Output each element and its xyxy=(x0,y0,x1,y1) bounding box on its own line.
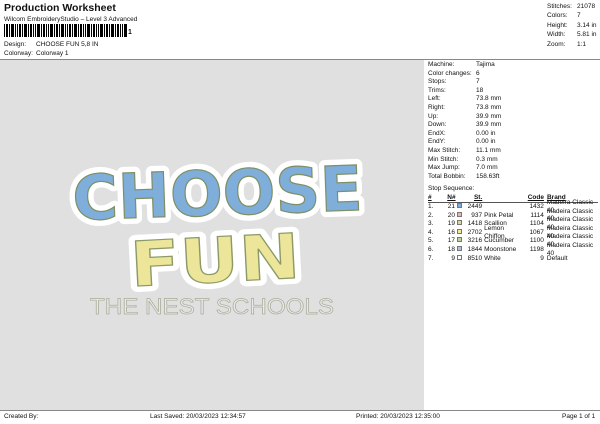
stat-row: Zoom: 1:1 xyxy=(547,40,587,48)
barcode-mark: 1 xyxy=(128,29,132,36)
tagline-lettering: THE NEST SCHOOLS xyxy=(90,294,334,319)
fun-lettering-fill: FUN xyxy=(128,220,302,302)
color-swatch xyxy=(457,211,463,217)
design-row: Design: CHOOSE FUN 5,8 IN xyxy=(4,41,98,49)
embroidery-artwork: CHOOSE CHOOSE FUN FUN THE NEST SCHOOLS xyxy=(65,146,369,319)
worksheet-page: Production Worksheet Wilcom EmbroiderySt… xyxy=(0,0,600,424)
info-row: EndX: 0.00 in xyxy=(428,129,496,137)
colorway-value: Colorway 1 xyxy=(36,50,69,57)
barcode-icon xyxy=(4,24,127,37)
info-row: Up: 39.9 mm xyxy=(428,112,502,120)
color-swatch xyxy=(457,245,463,251)
info-row: Max Jump: 7.0 mm xyxy=(428,164,498,172)
stat-row: Colors: 7 xyxy=(547,12,581,20)
colorway-row: Colorway: Colorway 1 xyxy=(4,50,69,58)
page-number: Page 1 of 1 xyxy=(562,413,596,420)
design-stats: Stitches: 21078 Colors: 7 Height: 3.14 in W… xyxy=(547,3,597,50)
info-row: Min Stitch: 0.3 mm xyxy=(428,155,498,163)
printed-date: Printed: 20/03/2023 12:35:00 xyxy=(356,413,440,420)
stop-sequence-title: Stop Sequence: xyxy=(428,185,475,192)
choose-lettering-fill: CHOOSE xyxy=(71,152,363,235)
last-saved: Last Saved: 20/03/2023 12:34:57 xyxy=(150,413,246,420)
stat-row: Height: 3.14 in xyxy=(547,21,597,29)
page-title: Production Worksheet xyxy=(4,2,116,14)
software-subtitle: Wilcom EmbroideryStudio – Level 3 Advanc… xyxy=(4,16,138,23)
info-row: Trims: 18 xyxy=(428,86,484,94)
stop-sequence-table: # N# St. Code Brand 1. 21 2449 1432 Madeira … xyxy=(428,194,598,263)
created-by: Created By: xyxy=(4,413,39,420)
color-swatch xyxy=(457,220,463,226)
color-swatch xyxy=(457,237,463,243)
table-row: 7. 9 8510 White 9 Default xyxy=(428,254,568,262)
info-row: Machine: Tajima xyxy=(428,61,495,68)
info-row: Total Bobbin: 158.63ft xyxy=(428,172,500,180)
stat-row: Width: 5.81 in xyxy=(547,31,597,39)
table-row: 6. 18 1844 Moonstone 1198 Madeira Classic 40 xyxy=(428,242,594,257)
design-preview: CHOOSE CHOOSE FUN FUN THE NEST SCHOOLS xyxy=(0,60,424,410)
design-value: CHOOSE FUN 5,8 IN xyxy=(36,41,99,48)
info-row: Down: 39.9 mm xyxy=(428,121,502,129)
color-swatch xyxy=(457,228,463,234)
color-swatch xyxy=(457,202,463,208)
info-row: Color changes: 6 xyxy=(428,69,480,77)
design-label: Design: xyxy=(4,41,27,48)
color-swatch xyxy=(457,254,463,260)
stat-row: Stitches: 21078 xyxy=(547,3,596,10)
info-row: Stops: 7 xyxy=(428,78,480,86)
colorway-label: Colorway: xyxy=(4,50,33,57)
info-row: Right: 73.8 mm xyxy=(428,103,502,111)
table-body: 1. 21 2449 1432 Madeira Classic 40 2. 20 937 Pin… xyxy=(428,199,598,263)
info-row: Max Stitch: 11.1 mm xyxy=(428,146,501,154)
footer-divider xyxy=(0,410,600,411)
machine-info: Machine: Tajima Color changes: 6 Stops: 7 T… xyxy=(428,61,501,181)
info-row: Left: 73.8 mm xyxy=(428,95,502,103)
info-row: EndY: 0.00 in xyxy=(428,138,496,146)
